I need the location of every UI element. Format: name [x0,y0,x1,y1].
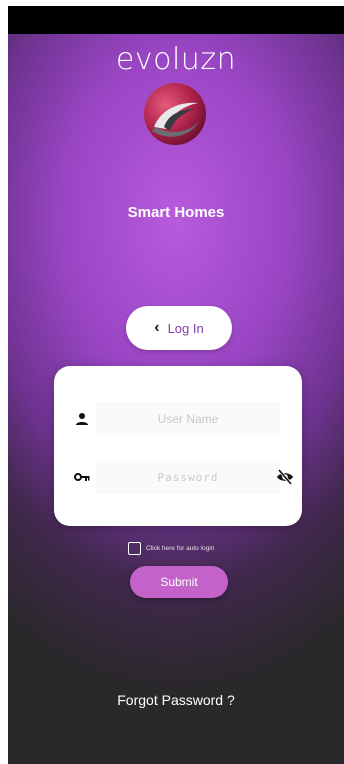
brand-logo-icon [144,83,206,145]
submit-button[interactable]: Submit [130,566,228,598]
eye-slash-icon[interactable] [276,468,294,486]
app-screen: evoluzn Smart Homes ‹ Log In User Name C… [8,6,344,764]
subtitle: Smart Homes [127,204,225,221]
username-row [54,402,302,436]
auto-login-option[interactable]: Click here for auto login [128,542,214,555]
forgot-password-link[interactable]: Forgot Password ? [8,692,344,708]
login-tab-label: Log In [167,320,204,336]
password-row [54,460,302,494]
status-bar [8,6,344,34]
key-icon [74,473,90,481]
login-card [54,366,302,526]
person-icon [76,413,88,425]
chevron-left-icon: ‹ [154,319,160,336]
password-input[interactable] [96,460,280,494]
auto-login-label: Click here for auto login [146,545,215,552]
username-input[interactable] [96,402,280,436]
login-tab-button[interactable]: ‹ Log In [126,306,232,350]
app-title: evoluzn [115,42,237,77]
auto-login-checkbox[interactable] [128,542,141,555]
